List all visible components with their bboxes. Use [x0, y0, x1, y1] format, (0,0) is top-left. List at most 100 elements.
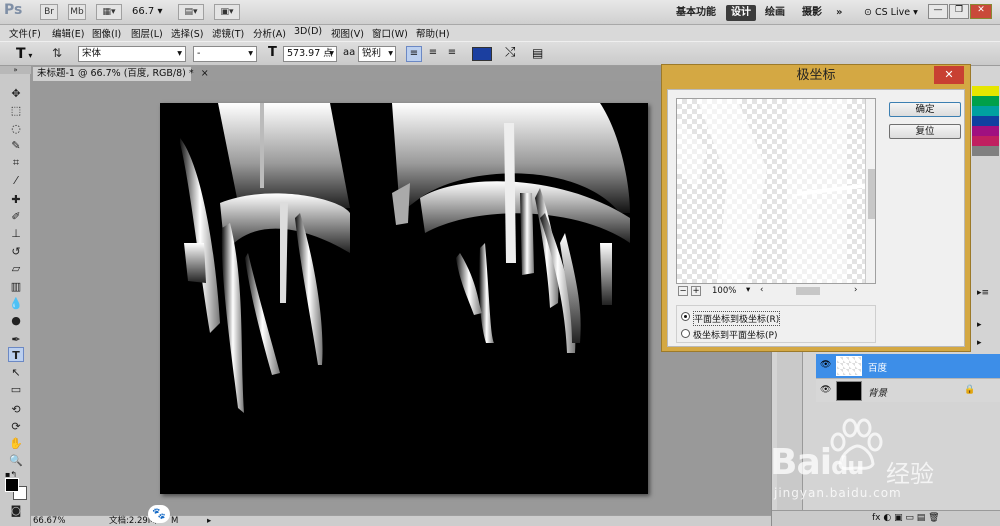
document-tab-title: 未标题-1 @ 66.7% (百度, RGB/8) * [37, 68, 194, 79]
clone-stamp-tool-icon[interactable]: ⊥ [8, 226, 24, 241]
layers-footer-icons[interactable]: fx ◐ ▣ ▭ ▤ 🗑 [772, 510, 1000, 526]
layer-name[interactable]: 百度 [868, 360, 887, 374]
zoom-in-icon[interactable]: + [691, 286, 701, 296]
panel-menu-icon[interactable]: ▸≡ [977, 288, 989, 298]
workspace-photography[interactable]: 摄影 [802, 5, 822, 21]
foreground-color-swatch[interactable] [5, 478, 19, 492]
panel-scroll-icon[interactable]: ▸ [977, 320, 982, 330]
healing-brush-tool-icon[interactable]: ✚ [8, 192, 24, 207]
lock-icon: 🔒 [964, 385, 976, 395]
workspace-painting[interactable]: 绘画 [765, 5, 785, 21]
character-panel-icon[interactable]: ▤ [532, 46, 543, 60]
dialog-close-icon[interactable]: ✕ [934, 66, 964, 84]
workspace-essentials[interactable]: 基本功能 [676, 5, 716, 21]
history-brush-tool-icon[interactable]: ↺ [8, 244, 24, 259]
move-tool-icon[interactable]: ✥ [8, 86, 24, 101]
preview-image [677, 99, 875, 283]
shape-tool-icon[interactable]: ▭ [8, 382, 24, 397]
view-extras-button[interactable]: ▦▾ [96, 4, 122, 20]
arrange-documents-button[interactable]: ▤▾ [178, 4, 204, 20]
align-center-icon[interactable]: ≡ [425, 46, 441, 62]
dodge-tool-icon[interactable]: ● [8, 313, 24, 328]
workspace-design[interactable]: 设计 [726, 5, 756, 21]
anti-alias-select[interactable]: 锐利 ▾ [358, 46, 396, 62]
filter-preview[interactable] [676, 98, 876, 284]
more-workspaces-chevron-icon[interactable]: » [836, 5, 842, 21]
crop-tool-icon[interactable]: ⌗ [8, 155, 24, 170]
warp-text-icon[interactable]: ⤭ [505, 45, 515, 60]
path-select-tool-icon[interactable]: ↖ [8, 365, 24, 380]
close-icon[interactable]: ✕ [970, 4, 992, 19]
image-canvas[interactable] [160, 103, 648, 494]
eyedropper-tool-icon[interactable]: ⁄ [8, 173, 24, 188]
hand-tool-icon[interactable]: ✋ [8, 436, 24, 451]
menu-filter[interactable]: 滤镜(T) [212, 26, 244, 40]
blur-tool-icon[interactable]: 💧 [8, 296, 24, 311]
text-color-swatch[interactable] [472, 47, 492, 61]
preview-zoom-dropdown-icon[interactable]: ▾ [746, 285, 750, 295]
visibility-eye-icon[interactable]: 👁 [820, 360, 831, 370]
menu-analysis[interactable]: 分析(A) [253, 26, 286, 40]
status-menu-arrow-icon[interactable]: ▸ [207, 516, 211, 526]
restore-icon[interactable]: ❐ [949, 4, 969, 19]
text-tool-preset-icon[interactable]: T ▾ [16, 46, 32, 62]
layer-name[interactable]: 背景 [868, 385, 887, 399]
menu-image[interactable]: 图像(I) [92, 26, 121, 40]
lasso-tool-icon[interactable]: ◌ [8, 121, 24, 136]
polar-to-rect-radio[interactable] [681, 329, 690, 338]
scroll-right-icon[interactable]: › [854, 285, 857, 295]
polar-coordinates-dialog: 极坐标 ✕ − + 100% ▾ ‹ › 确定 复位 平面坐标到极坐标(R) 极… [661, 64, 971, 352]
reset-button[interactable]: 复位 [889, 124, 961, 139]
text-orientation-icon[interactable]: ⇅ [52, 46, 62, 60]
tools-collapse-icon[interactable]: » [0, 66, 31, 74]
minimize-icon[interactable]: — [928, 4, 948, 19]
screen-mode-button[interactable]: ▣▾ [214, 4, 240, 20]
ok-button[interactable]: 确定 [889, 102, 961, 117]
status-zoom-level[interactable]: 66.67% [33, 516, 65, 526]
swatches-strip[interactable] [972, 86, 999, 156]
cs-live-button[interactable]: ⊙ CS Live ▾ [864, 7, 918, 18]
watermark-url: jingyan.baidu.com [774, 486, 902, 500]
align-left-icon[interactable]: ≡ [406, 46, 422, 62]
document-tab[interactable]: 未标题-1 @ 66.7% (百度, RGB/8) * × [32, 66, 209, 81]
zoom-level-dropdown[interactable]: 66.7 ▾ [132, 6, 162, 17]
layer-row-selected[interactable]: 👁 百度 [816, 354, 1000, 378]
font-family-select[interactable]: 宋体 ▾ [78, 46, 186, 62]
3d-rotate-tool-icon[interactable]: ⟲ [8, 402, 24, 417]
zoom-tool-icon[interactable]: 🔍 [8, 453, 24, 468]
rect-to-polar-radio[interactable] [681, 312, 690, 321]
layer-row[interactable]: 👁 背景 🔒 [816, 378, 1000, 402]
scroll-left-icon[interactable]: ‹ [760, 285, 763, 295]
3d-orbit-tool-icon[interactable]: ⟳ [8, 419, 24, 434]
watermark-brand-tail: 经验 [886, 460, 934, 488]
menu-help[interactable]: 帮助(H) [416, 26, 450, 40]
mini-bridge-button[interactable]: Mb [68, 4, 86, 20]
visibility-eye-icon[interactable]: 👁 [820, 385, 831, 395]
photoshop-logo: Ps [4, 2, 23, 18]
menu-view[interactable]: 视图(V) [331, 26, 364, 40]
menu-layer[interactable]: 图层(L) [131, 26, 163, 40]
pen-tool-icon[interactable]: ✒ [8, 332, 24, 347]
preview-scrollbar-h-thumb[interactable] [796, 287, 820, 295]
eraser-tool-icon[interactable]: ▱ [8, 261, 24, 276]
watermark-brand: Baidu [770, 442, 864, 483]
panel-scroll-icon-2[interactable]: ▸ [977, 338, 982, 348]
brush-tool-icon[interactable]: ✐ [8, 209, 24, 224]
menu-window[interactable]: 窗口(W) [372, 26, 408, 40]
type-tool-icon[interactable]: T [8, 347, 24, 362]
font-size-select[interactable]: 573.97 点 ▾ [283, 46, 337, 62]
bridge-button[interactable]: Br [40, 4, 58, 20]
align-right-icon[interactable]: ≡ [444, 46, 460, 62]
document-close-icon[interactable]: × [201, 68, 209, 79]
marquee-tool-icon[interactable]: ⬚ [8, 103, 24, 118]
quick-select-tool-icon[interactable]: ✎ [8, 138, 24, 153]
gradient-tool-icon[interactable]: ▥ [8, 279, 24, 294]
menu-3d[interactable]: 3D(D) [294, 26, 322, 37]
quick-mask-icon[interactable]: ◙ [8, 503, 24, 518]
menu-edit[interactable]: 编辑(E) [52, 26, 84, 40]
menu-select[interactable]: 选择(S) [171, 26, 203, 40]
zoom-out-icon[interactable]: − [678, 286, 688, 296]
preview-scrollbar-v[interactable] [865, 99, 875, 283]
font-style-select[interactable]: - ▾ [193, 46, 257, 62]
menu-file[interactable]: 文件(F) [9, 26, 41, 40]
